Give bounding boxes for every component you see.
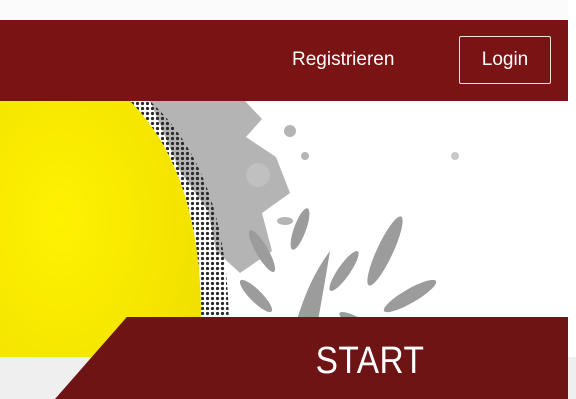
login-button[interactable]: Login — [459, 36, 551, 84]
login-button-label: Login — [481, 49, 529, 70]
top-strip — [0, 0, 576, 20]
register-link[interactable]: Registrieren — [292, 49, 394, 71]
start-label: START — [315, 340, 425, 382]
start-button[interactable]: START — [55, 317, 568, 399]
right-edge — [568, 0, 576, 399]
